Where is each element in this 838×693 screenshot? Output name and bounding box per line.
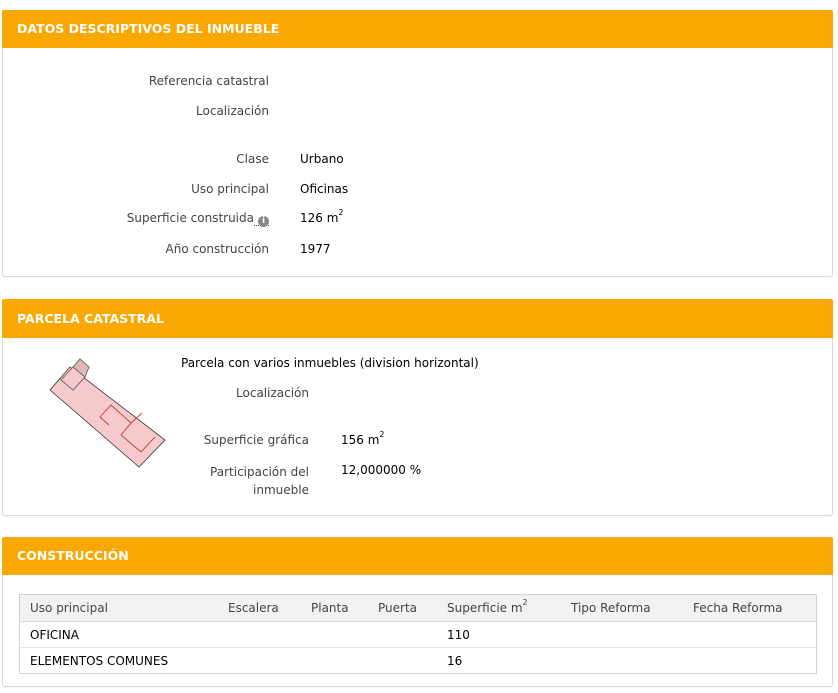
info-icon-wrapper[interactable]: i: [254, 211, 269, 227]
table-row: OFICINA 110: [19, 621, 817, 648]
panel-title: CONSTRUCCIÓN: [2, 537, 833, 575]
label-ano-construccion: Año construcción: [165, 242, 270, 256]
label-clase: Clase: [236, 152, 269, 166]
cell-tipo-reforma: [561, 648, 683, 674]
value-superficie-construida: 126 m2: [300, 208, 344, 225]
cell-planta: [301, 621, 368, 648]
value-superficie-construida-text: 126 m: [300, 211, 339, 225]
parcel-map[interactable]: [45, 355, 175, 473]
label-participacion-line1: Participación del: [210, 465, 309, 479]
label-uso-principal: Uso principal: [191, 182, 269, 196]
col-superficie: Superficie m2: [437, 594, 561, 622]
value-superficie-grafica: 156 m2: [341, 430, 385, 447]
cell-superficie: 110: [437, 621, 561, 648]
cell-uso: OFICINA: [19, 621, 218, 648]
construction-table: Uso principal Escalera Planta Puerta Sup…: [19, 594, 817, 674]
label-localizacion: Localización: [196, 104, 269, 118]
panel-title: DATOS DESCRIPTIVOS DEL INMUEBLE: [2, 10, 833, 48]
cell-fecha-reforma: [683, 648, 817, 674]
label-superficie-grafica: Superficie gráfica: [203, 433, 309, 447]
cell-escalera: [218, 648, 301, 674]
cell-fecha-reforma: [683, 621, 817, 648]
cell-puerta: [368, 621, 437, 648]
cell-tipo-reforma: [561, 621, 683, 648]
label-localizacion: Localización: [236, 386, 309, 400]
label-superficie-construida: Superficie construida i: [127, 211, 269, 227]
col-superficie-text: Superficie m: [447, 601, 523, 615]
label-participacion: Participación del inmueble: [210, 463, 309, 499]
col-planta: Planta: [301, 594, 368, 622]
panel-datos-descriptivos: DATOS DESCRIPTIVOS DEL INMUEBLE Referenc…: [2, 10, 833, 277]
unit-superscript: 2: [379, 430, 385, 439]
panel-parcela-catastral: PARCELA CATASTRAL Parcela con varios inm…: [2, 299, 833, 516]
col-escalera: Escalera: [218, 594, 301, 622]
col-puerta: Puerta: [368, 594, 437, 622]
unit-superscript: 2: [522, 598, 528, 607]
parcel-heading: Parcela con varios inmuebles (division h…: [181, 356, 479, 370]
col-fecha-reforma: Fecha Reforma: [683, 594, 817, 622]
table-row: ELEMENTOS COMUNES 16: [20, 648, 817, 674]
value-superficie-grafica-text: 156 m: [341, 433, 380, 447]
cell-escalera: [218, 621, 301, 648]
label-superficie-construida-text: Superficie construida: [126, 211, 254, 225]
info-icon[interactable]: i: [258, 216, 269, 227]
value-uso-principal: Oficinas: [300, 182, 349, 196]
label-participacion-line2: inmueble: [253, 483, 309, 497]
col-tipo-reforma: Tipo Reforma: [561, 594, 683, 622]
cell-uso: ELEMENTOS COMUNES: [30, 653, 169, 668]
label-referencia-catastral: Referencia catastral: [148, 74, 269, 88]
panel-title: PARCELA CATASTRAL: [2, 299, 833, 338]
value-participacion: 12,000000 %: [341, 463, 422, 477]
table-header-row: Uso principal Escalera Planta Puerta Sup…: [19, 594, 817, 622]
value-clase: Urbano: [300, 152, 344, 166]
panel-construccion: CONSTRUCCIÓN Uso principal Escalera Plan…: [2, 537, 833, 687]
value-ano-construccion: 1977: [300, 242, 331, 256]
unit-superscript: 2: [338, 208, 344, 217]
cell-superficie: 16: [447, 653, 463, 668]
cell-planta: [301, 648, 368, 674]
col-uso-principal: Uso principal: [19, 594, 218, 622]
cell-puerta: [368, 648, 437, 674]
